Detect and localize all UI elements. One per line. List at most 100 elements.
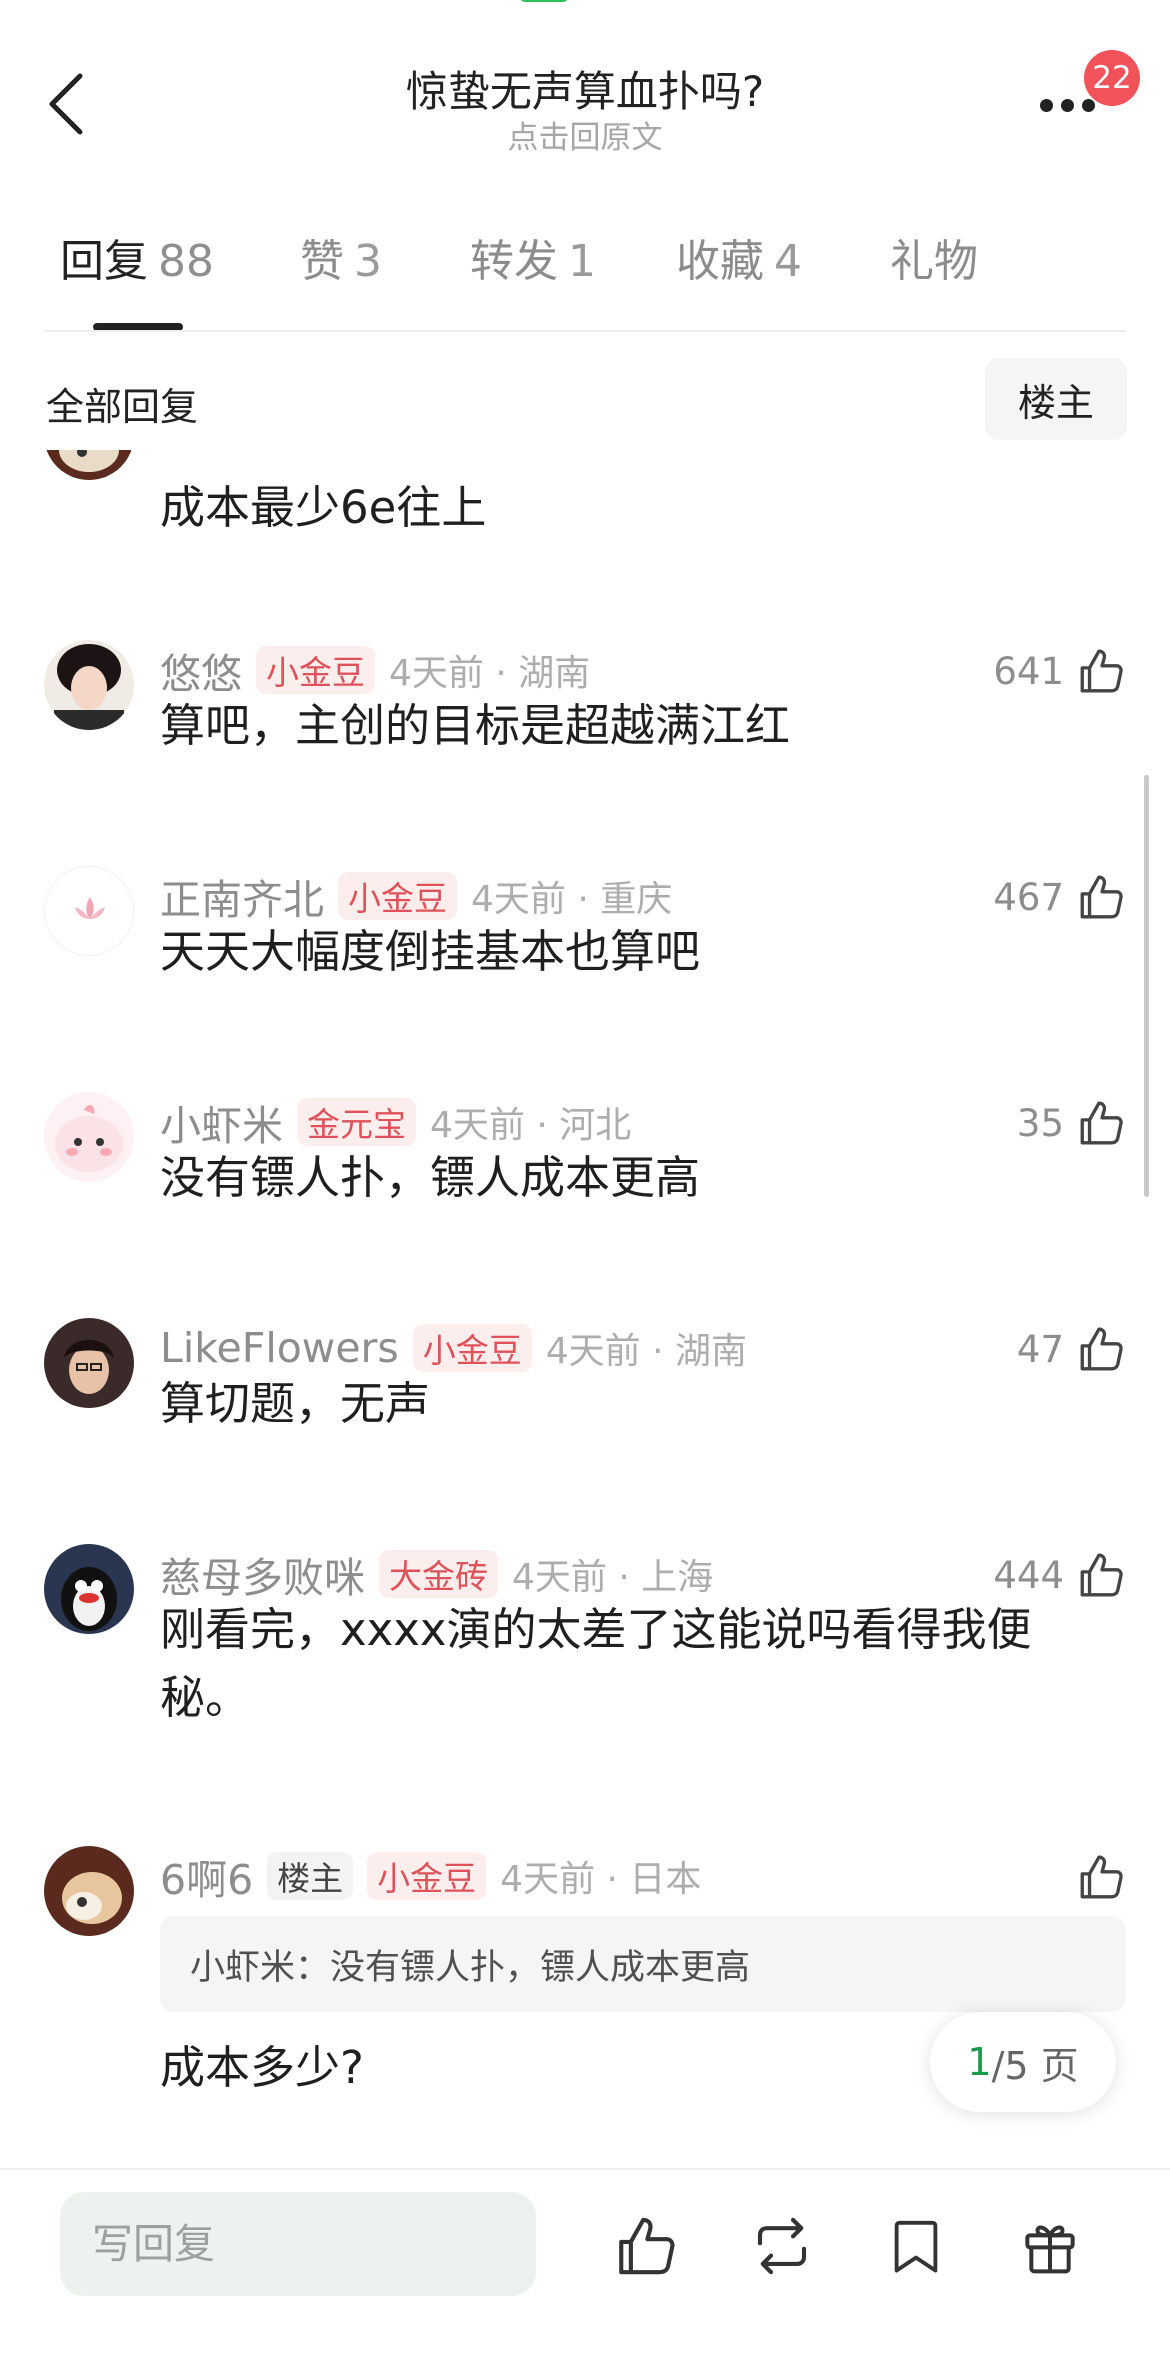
total-pages: /5 页 xyxy=(991,2043,1079,2088)
username[interactable]: 慈母多败咪 xyxy=(160,1544,365,1604)
reply-input[interactable] xyxy=(60,2192,536,2296)
tab-count: 4 xyxy=(774,236,802,287)
more-icon-dot xyxy=(1082,98,1095,112)
tab-gifts[interactable]: 礼物 xyxy=(890,225,978,289)
comment-item[interactable]: 6啊6 楼主 小金豆 4天前 · 日本 小虾米：没有镖人扑，镖人成本更高 成本多… xyxy=(0,1846,1170,2166)
tab-label: 收藏 xyxy=(676,236,764,287)
timestamp-location: 4天前 · 河北 xyxy=(430,1105,632,1146)
comment-meta: LikeFlowers 小金豆 4天前 · 湖南 xyxy=(160,1318,747,1378)
tab-replies[interactable]: 回复 88 xyxy=(60,225,214,289)
bottom-bar xyxy=(0,2168,1170,2373)
thumbs-up-icon xyxy=(1080,1855,1123,1899)
comment-text: 没有镖人扑，镖人成本更高 xyxy=(160,1151,701,1204)
top-bar: 惊蛰无声算血扑吗? 点击回原文 22 xyxy=(0,0,1170,170)
avatar-image xyxy=(44,640,134,730)
tab-likes[interactable]: 赞3 xyxy=(300,225,382,289)
avatar[interactable] xyxy=(44,1544,134,1634)
current-page: 1 xyxy=(967,2040,992,2084)
level-tag: 小金豆 xyxy=(256,646,375,694)
avatar-image xyxy=(44,450,134,480)
thumbs-up-icon xyxy=(1080,875,1123,919)
back-to-post-link[interactable]: 点击回原文 xyxy=(0,112,1170,157)
thumbs-up-icon xyxy=(619,2217,675,2275)
page-title[interactable]: 惊蛰无声算血扑吗? xyxy=(0,58,1170,119)
comment-text: 刚看完，xxxx演的太差了这能说吗看得我便秘。 xyxy=(160,1603,1032,1724)
avatar[interactable] xyxy=(44,1846,134,1936)
thumbs-up-icon xyxy=(1080,1327,1123,1371)
comment-item[interactable]: LikeFlowers 小金豆 4天前 · 湖南 47 算切题，无声 xyxy=(0,1318,1170,1518)
thumbs-up-icon xyxy=(1080,649,1123,693)
comment-meta: 6啊6 楼主 小金豆 4天前 · 日本 xyxy=(160,1846,701,1906)
tab-count: 88 xyxy=(158,236,214,287)
quoted-reply[interactable]: 小虾米：没有镖人扑，镖人成本更高 xyxy=(160,1916,1126,2012)
tab-reposts[interactable]: 转发 1 xyxy=(470,225,596,289)
comment-meta: 小虾米 金元宝 4天前 · 河北 xyxy=(160,1092,631,1152)
comment-item[interactable]: 小虾米 金元宝 4天前 · 河北 35 没有镖人扑，镖人成本更高 xyxy=(0,1092,1170,1292)
tab-favorites[interactable]: 收藏 4 xyxy=(676,225,802,289)
avatar[interactable] xyxy=(44,866,134,956)
avatar[interactable] xyxy=(44,1318,134,1408)
username[interactable]: 正南齐北 xyxy=(160,866,324,926)
bookmark-button[interactable] xyxy=(876,2206,956,2286)
comment-meta: 悠悠 小金豆 4天前 · 湖南 xyxy=(160,640,590,700)
tab-label: 赞 xyxy=(300,236,344,287)
comment-meta: 正南齐北 小金豆 4天前 · 重庆 xyxy=(160,866,672,926)
tab-label: 礼物 xyxy=(890,236,978,287)
like-count: 467 xyxy=(993,875,1064,919)
avatar-image xyxy=(45,867,133,955)
all-replies-heading: 全部回复 xyxy=(46,385,199,429)
username[interactable]: 小虾米 xyxy=(160,1092,283,1152)
comment-list: 成本最少6e往上 悠悠 小金豆 4天前 · 湖南 641 算吧，主创的目标是超越… xyxy=(0,450,1170,2170)
more-icon-dot xyxy=(1061,98,1074,112)
comment-item[interactable]: 慈母多败咪 大金砖 4天前 · 上海 444 刚看完，xxxx演的太差了这能说吗… xyxy=(0,1544,1170,1814)
level-tag: 小金豆 xyxy=(338,872,457,920)
comment-item[interactable]: 正南齐北 小金豆 4天前 · 重庆 467 天天大幅度倒挂基本也算吧 xyxy=(0,866,1170,1066)
avatar-image xyxy=(44,1092,134,1182)
like-count: 35 xyxy=(1016,1101,1064,1145)
username[interactable]: 6啊6 xyxy=(160,1846,253,1906)
like-count: 444 xyxy=(993,1553,1064,1597)
more-icon xyxy=(1040,98,1053,112)
comment-text: 天天大幅度倒挂基本也算吧 xyxy=(160,925,701,978)
tab-count: 1 xyxy=(568,236,596,287)
tab-label: 转发 xyxy=(470,236,558,287)
avatar[interactable] xyxy=(44,640,134,730)
page-indicator[interactable]: 1/5 页 xyxy=(930,2012,1116,2112)
like-button[interactable] xyxy=(1076,1848,1126,1906)
gift-button[interactable] xyxy=(1010,2206,1090,2286)
like-count: 47 xyxy=(1016,1327,1064,1371)
timestamp-location: 4天前 · 上海 xyxy=(512,1557,714,1598)
comment-meta: 慈母多败咪 大金砖 4天前 · 上海 xyxy=(160,1544,713,1604)
avatar-image xyxy=(44,1318,134,1408)
like-post-button[interactable] xyxy=(606,2206,686,2286)
avatar-image xyxy=(44,1544,134,1634)
timestamp-location: 4天前 · 湖南 xyxy=(389,653,591,694)
comment-text: 算吧，主创的目标是超越满江红 xyxy=(160,699,791,752)
tab-label: 回复 xyxy=(60,236,148,287)
comment-text: 算切题，无声 xyxy=(160,1377,431,1430)
level-tag: 大金砖 xyxy=(379,1550,498,1598)
owner-only-button[interactable]: 楼主 xyxy=(985,358,1127,440)
thumbs-up-icon xyxy=(1080,1553,1123,1597)
username[interactable]: 悠悠 xyxy=(160,640,242,700)
tab-bar: 回复 88 赞3 转发 1 收藏 4 礼物 xyxy=(0,225,1170,335)
level-tag: 小金豆 xyxy=(367,1852,487,1900)
notification-badge: 22 xyxy=(1084,50,1140,106)
level-tag: 金元宝 xyxy=(297,1098,416,1146)
timestamp-location: 4天前 · 重庆 xyxy=(471,879,673,920)
comment-item[interactable]: 成本最少6e往上 xyxy=(0,450,1170,580)
timestamp-location: 4天前 · 日本 xyxy=(500,1859,702,1900)
scrollbar[interactable] xyxy=(1144,775,1149,1197)
avatar-image xyxy=(44,1846,134,1936)
repost-icon xyxy=(757,2217,807,2275)
level-tag: 小金豆 xyxy=(412,1324,532,1372)
comment-item[interactable]: 悠悠 小金豆 4天前 · 湖南 641 算吧，主创的目标是超越满江红 xyxy=(0,640,1170,840)
avatar[interactable] xyxy=(44,450,134,480)
divider xyxy=(44,330,1126,332)
username[interactable]: LikeFlowers xyxy=(160,1324,399,1372)
owner-tag: 楼主 xyxy=(267,1852,354,1900)
avatar[interactable] xyxy=(44,1092,134,1182)
bookmark-icon xyxy=(894,2220,938,2273)
repost-button[interactable] xyxy=(742,2206,822,2286)
gift-icon xyxy=(1025,2225,1075,2274)
